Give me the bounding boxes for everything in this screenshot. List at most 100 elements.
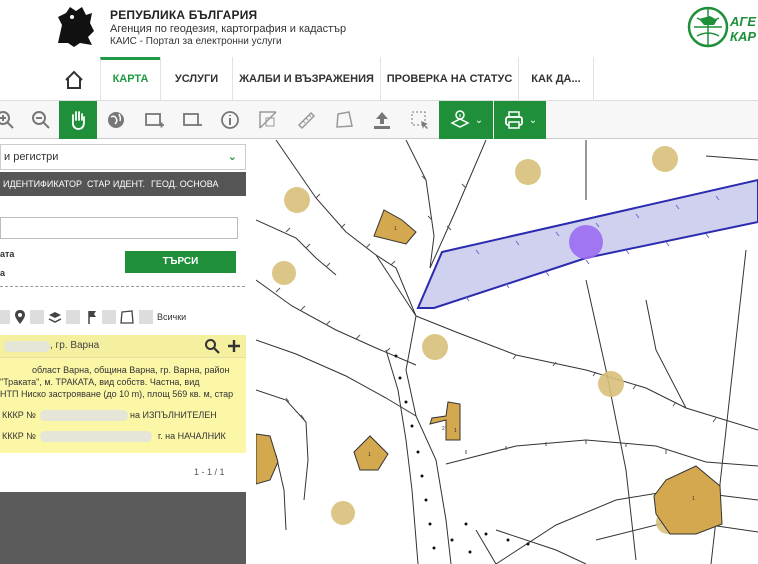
main-nav: КАРТА УСЛУГИ ЖАЛБИ И ВЪЗРАЖЕНИЯ ПРОВЕРКА…	[0, 57, 758, 101]
redacted-text	[40, 431, 152, 442]
location-marker[interactable]	[569, 225, 603, 259]
redacted-text	[4, 341, 50, 352]
add-area-icon	[145, 113, 164, 128]
polygon-icon	[336, 111, 353, 128]
chevron-down-icon: ⌄	[474, 114, 484, 126]
nav-item-how-to[interactable]: КАК ДА...	[518, 57, 594, 101]
polygon-icon[interactable]	[120, 309, 134, 325]
search-icon[interactable]	[204, 338, 220, 354]
polygon-button[interactable]	[325, 101, 363, 139]
add-area-button[interactable]	[135, 101, 173, 139]
print-icon	[504, 111, 523, 129]
kkkr-line-1-prefix: КККР №	[2, 410, 36, 420]
kkkr-line-2-prefix: КККР №	[2, 431, 36, 441]
radio-option-2[interactable]: а	[0, 268, 5, 278]
nav-item-services[interactable]: УСЛУГИ	[160, 57, 232, 101]
globe-icon	[108, 112, 124, 128]
filter-checkbox[interactable]	[139, 310, 153, 324]
map-toolbar: ⌄ ⌄	[0, 101, 758, 139]
remove-area-button[interactable]	[173, 101, 211, 139]
layers-info-button[interactable]: ⌄	[439, 101, 493, 139]
upload-icon	[374, 112, 390, 129]
kkkr-line-2-suffix: г. на НАЧАЛНИК	[158, 431, 226, 441]
add-icon[interactable]	[226, 338, 242, 354]
svg-text:2: 2	[442, 426, 445, 432]
zoom-in-button[interactable]	[0, 101, 24, 139]
ruler-icon	[297, 111, 316, 130]
cadastral-map[interactable]: 1 1 2 1 1	[255, 139, 758, 564]
chevron-down-icon: ⌄	[528, 114, 538, 126]
redacted-text	[40, 410, 128, 421]
identifier-input[interactable]	[0, 217, 238, 239]
nav-item-status-check[interactable]: ПРОВЕРКА НА СТАТУС	[380, 57, 518, 101]
filter-checkbox[interactable]	[102, 310, 116, 324]
kkkr-line-1-suffix: на ИЗПЪЛНИТЕЛЕН	[130, 410, 217, 420]
filter-checkbox[interactable]	[30, 310, 44, 324]
filter-all-label[interactable]: Всички	[157, 312, 186, 322]
select-button[interactable]	[401, 101, 439, 139]
svg-text:1: 1	[454, 428, 457, 434]
measure-area-button[interactable]	[249, 101, 287, 139]
svg-text:1: 1	[368, 452, 371, 458]
print-button[interactable]: ⌄	[494, 101, 546, 139]
result-header[interactable]: , гр. Варна	[0, 335, 246, 357]
header-title-block: РЕПУБЛИКА БЪЛГАРИЯ Агенция по геодезия, …	[110, 8, 346, 47]
home-button[interactable]	[52, 65, 96, 95]
object-filters: Всички	[0, 308, 250, 328]
result-pager: 1 - 1 / 1	[194, 467, 225, 477]
result-line-3: НТП Ниско застрояване (до 10 m), площ 56…	[0, 389, 234, 399]
result-line-2: "Траката", м. ТРАКАТА, вид собств. Частн…	[0, 377, 200, 387]
filter-checkbox[interactable]	[66, 310, 80, 324]
agency-brand-text: АГЕ КАР	[730, 14, 756, 44]
search-tabs: ИДЕНТИФИКАТОР СТАР ИДЕНТ. ГЕОД. ОСНОВА	[0, 172, 250, 196]
header-subtitle: Агенция по геодезия, картография и кадас…	[110, 23, 347, 35]
pan-hand-icon	[71, 111, 85, 130]
chevron-down-icon: ⌄	[227, 151, 237, 163]
header-title: РЕПУБЛИКА БЪЛГАРИЯ	[110, 8, 258, 22]
search-button[interactable]: ТЪРСИ	[125, 251, 236, 273]
home-icon	[65, 70, 83, 89]
location-pin-icon[interactable]	[14, 309, 26, 325]
upload-button[interactable]	[363, 101, 401, 139]
tab-identifier[interactable]: ИДЕНТИФИКАТОР	[3, 172, 82, 196]
brand-line-1: АГЕ	[730, 14, 757, 29]
header-portal-name: КАИС - Портал за електронни услуги	[110, 36, 282, 47]
zoom-out-button[interactable]	[22, 101, 60, 139]
search-panel: и регистри ⌄ ИДЕНТИФИКАТОР СТАР ИДЕНТ. Г…	[0, 140, 250, 564]
remove-area-icon	[183, 113, 202, 126]
info-button[interactable]	[211, 101, 249, 139]
radio-option-1[interactable]: ата	[0, 249, 14, 259]
brand-line-2: КАР	[730, 29, 757, 44]
result-title: , гр. Варна	[50, 340, 100, 351]
panel-footer	[0, 492, 250, 564]
tab-old-identifier[interactable]: СТАР ИДЕНТ.	[87, 172, 145, 196]
result-details: област Варна, община Варна, гр. Варна, р…	[0, 357, 246, 453]
filter-checkbox[interactable]	[0, 310, 10, 324]
result-line-1: област Варна, община Варна, гр. Варна, р…	[32, 365, 230, 375]
zoom-in-icon	[0, 111, 14, 129]
nav-item-complaints[interactable]: ЖАЛБИ И ВЪЗРАЖЕНИЯ	[232, 57, 380, 101]
zoom-out-icon	[32, 111, 50, 129]
layers-icon[interactable]	[48, 310, 62, 324]
pan-button[interactable]	[59, 101, 97, 139]
other-dots	[450, 538, 472, 554]
flag-icon[interactable]	[86, 309, 98, 325]
header: РЕПУБЛИКА БЪЛГАРИЯ Агенция по геодезия, …	[0, 0, 758, 57]
tab-geodetic-base[interactable]: ГЕОД. ОСНОВА	[151, 172, 218, 196]
ruler-button[interactable]	[287, 101, 325, 139]
registry-dropdown[interactable]: и регистри ⌄	[0, 144, 246, 170]
registry-dropdown-value: и регистри	[4, 151, 59, 163]
panel-splitter[interactable]	[246, 140, 256, 564]
nav-item-map[interactable]: КАРТА	[100, 57, 160, 101]
select-icon	[411, 111, 428, 129]
measure-area-icon	[259, 111, 277, 129]
svg-text:1: 1	[692, 496, 695, 502]
info-icon	[221, 111, 239, 129]
globe-button[interactable]	[97, 101, 135, 139]
map-canvas[interactable]: 1 1 2 1 1	[255, 139, 758, 564]
divider	[0, 286, 245, 287]
layers-info-icon	[450, 110, 470, 128]
coat-of-arms-icon	[58, 7, 94, 47]
svg-text:1: 1	[394, 226, 397, 232]
agency-logo-icon	[687, 6, 729, 48]
